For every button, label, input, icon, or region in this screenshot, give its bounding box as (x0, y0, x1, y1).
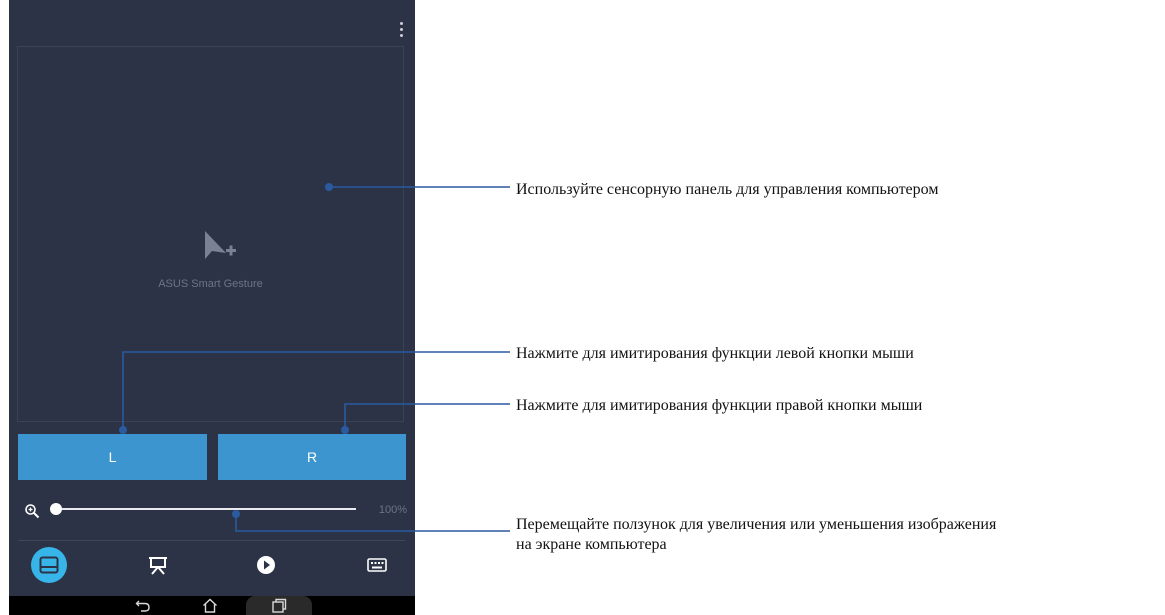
tab-keyboard[interactable] (359, 547, 395, 583)
annotation-left-button: Нажмите для имитирования функции левой к… (516, 345, 914, 362)
tab-touchpad[interactable] (31, 547, 67, 583)
zoom-slider-thumb[interactable] (50, 503, 62, 515)
tab-presentation[interactable] (140, 547, 176, 583)
system-navigation-bar (9, 596, 415, 615)
annotation-touchpad: Используйте сенсорную панель для управле… (516, 181, 939, 198)
back-icon[interactable] (135, 598, 151, 613)
zoom-slider-track[interactable] (56, 508, 356, 510)
home-icon[interactable] (202, 598, 218, 613)
zoom-value: 100% (378, 504, 407, 516)
left-click-button[interactable]: L (18, 434, 207, 480)
touchpad-area[interactable]: ASUS Smart Gesture (17, 46, 404, 422)
pointer-gesture-icon (205, 231, 236, 259)
keyboard-icon (367, 558, 387, 572)
touchpad-label: ASUS Smart Gesture (158, 278, 263, 290)
right-click-button[interactable]: R (218, 434, 406, 480)
annotation-zoom-slider: Перемещайте ползунок для увеличения или … (516, 515, 996, 555)
zoom-in-icon (25, 504, 40, 519)
annotation-zoom-line-2: на экране компьютера (516, 536, 667, 553)
touchpad-icon (39, 556, 59, 574)
play-icon (257, 556, 275, 574)
phone-screen: ASUS Smart Gesture L R 100% (9, 0, 415, 615)
presentation-icon (149, 557, 167, 575)
recent-apps-icon[interactable] (271, 598, 287, 613)
overflow-menu-icon[interactable] (395, 18, 407, 40)
divider (18, 540, 405, 541)
tab-media[interactable] (248, 547, 284, 583)
annotation-right-button: Нажмите для имитирования функции правой … (516, 397, 923, 414)
annotation-zoom-line-1: Перемещайте ползунок для увеличения или … (516, 516, 997, 533)
